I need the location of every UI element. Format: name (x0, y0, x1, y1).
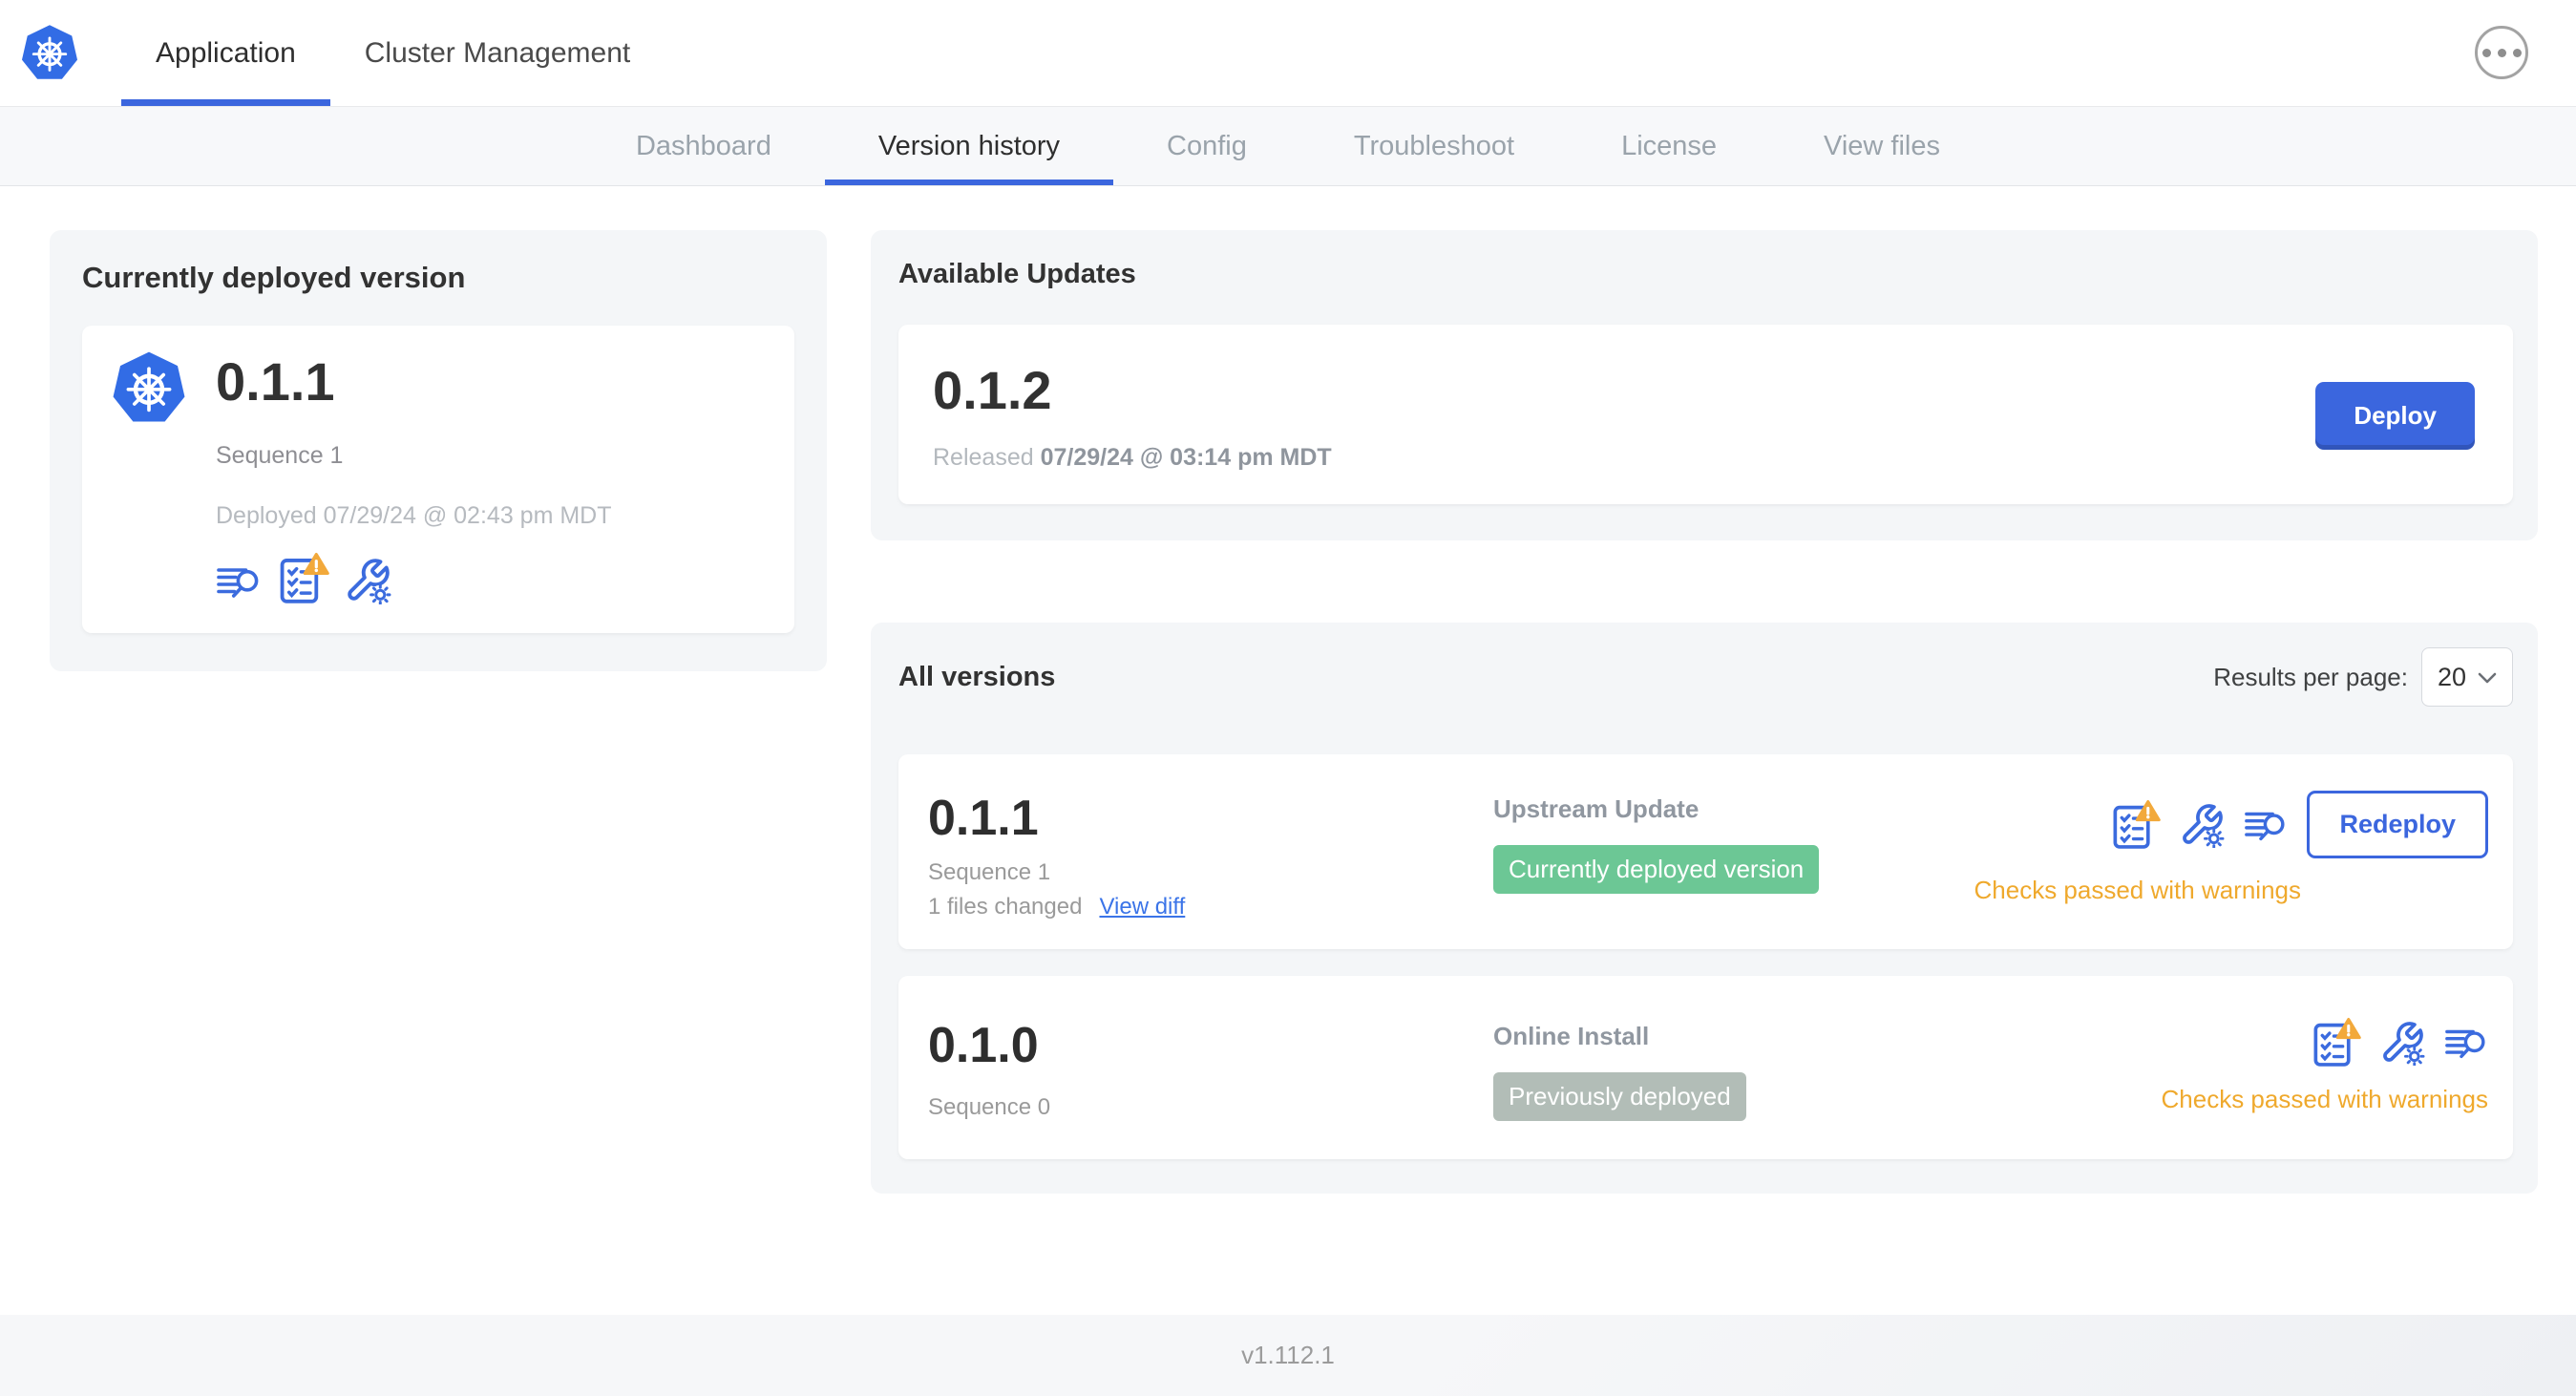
tab-license-label: License (1621, 130, 1718, 161)
tab-cluster-management[interactable]: Cluster Management (330, 0, 665, 106)
currently-deployed-card: 0.1.1 Sequence 1 Deployed 07/29/24 @ 02:… (82, 326, 794, 633)
top-tab-bar: Application Cluster Management (121, 0, 665, 106)
tab-view-files-label: View files (1824, 130, 1941, 161)
redeploy-button[interactable]: Redeploy (2307, 791, 2488, 858)
ellipsis-menu-icon[interactable] (2475, 26, 2528, 79)
tab-config-label: Config (1167, 130, 1247, 161)
preflight-checks-warning-icon[interactable] (2110, 799, 2162, 850)
tab-troubleshoot-label: Troubleshoot (1353, 130, 1515, 161)
all-versions-panel: All versions Results per page: 20 0.1.1 … (871, 623, 2538, 1194)
update-info: 0.1.2 Released 07/29/24 @ 03:14 pm MDT (933, 359, 2315, 472)
tab-dashboard[interactable]: Dashboard (582, 107, 825, 185)
tab-cluster-management-label: Cluster Management (364, 36, 631, 69)
row-files-changed: 1 files changed View diff (928, 894, 1493, 920)
preflight-status-text[interactable]: Checks passed with warnings (2162, 1085, 2489, 1114)
version-row-actions: Redeploy Checks passed with warnings (1974, 791, 2488, 905)
currently-deployed-title: Currently deployed version (82, 261, 466, 294)
console-footer: v1.112.1 (0, 1315, 2576, 1396)
row-version-number: 0.1.1 (928, 791, 1039, 846)
version-row-info: 0.1.0 Sequence 0 (928, 1018, 1493, 1121)
top-bar: Application Cluster Management (0, 0, 2576, 107)
all-versions-title: All versions (898, 661, 1056, 692)
console-version: v1.112.1 (1241, 1341, 1335, 1369)
view-diff-link[interactable]: View diff (1099, 894, 1185, 920)
tab-view-files[interactable]: View files (1770, 107, 1994, 185)
preflight-checks-warning-icon[interactable] (2311, 1017, 2362, 1068)
tab-troubleshoot[interactable]: Troubleshoot (1300, 107, 1568, 185)
update-released-line: Released 07/29/24 @ 03:14 pm MDT (933, 444, 2315, 472)
currently-deployed-panel: Currently deployed version 0.1.1 Sequenc… (50, 230, 827, 671)
deployed-version-actions (216, 552, 768, 606)
right-column: Available Updates 0.1.2 Released 07/29/2… (871, 230, 2538, 1194)
results-per-page-value: 20 (2438, 662, 2467, 691)
deployed-timestamp: Deployed 07/29/24 @ 02:43 pm MDT (216, 502, 612, 529)
tab-application-label: Application (156, 36, 296, 69)
files-changed-label: 1 files changed (928, 894, 1083, 920)
previously-deployed-badge: Previously deployed (1493, 1072, 1746, 1121)
deployed-sequence: Sequence 1 (216, 442, 344, 469)
results-per-page-label: Results per page: (2213, 662, 2408, 691)
chevron-down-icon (2478, 672, 2497, 684)
available-updates-panel: Available Updates 0.1.2 Released 07/29/2… (871, 230, 2538, 540)
tab-application[interactable]: Application (121, 0, 330, 106)
preflight-checks-warning-icon[interactable] (277, 552, 330, 604)
version-row: 0.1.1 Sequence 1 1 files changed View di… (898, 754, 2513, 949)
tab-version-history[interactable]: Version history (824, 107, 1114, 185)
tab-dashboard-label: Dashboard (635, 130, 771, 161)
edit-config-icon[interactable] (2379, 1020, 2426, 1068)
deploy-button[interactable]: Deploy (2315, 381, 2475, 450)
app-sub-nav: Dashboard Version history Config Trouble… (0, 107, 2576, 186)
version-row-actions: Checks passed with warnings (2162, 1017, 2489, 1114)
row-source-label: Online Install (1493, 1022, 1650, 1050)
version-row-info: 0.1.1 Sequence 1 1 files changed View di… (928, 791, 1493, 920)
row-source-label: Upstream Update (1493, 794, 1700, 823)
tab-config[interactable]: Config (1113, 107, 1300, 185)
deployed-version-number: 0.1.1 (216, 351, 335, 412)
currently-deployed-badge: Currently deployed version (1493, 845, 1820, 894)
preflight-status-text[interactable]: Checks passed with warnings (1974, 876, 2302, 905)
released-prefix: Released (933, 444, 1034, 471)
version-row: 0.1.0 Sequence 0 Online Install Previous… (898, 976, 2513, 1159)
available-updates-title: Available Updates (898, 259, 1136, 289)
tab-version-history-label: Version history (877, 130, 1061, 161)
kubernetes-logo-icon (111, 350, 187, 427)
version-row-source: Online Install Previously deployed (1493, 1018, 2162, 1121)
row-version-number: 0.1.0 (928, 1018, 1039, 1073)
row-sequence: Sequence 1 (928, 859, 1051, 885)
main-content: Currently deployed version 0.1.1 Sequenc… (0, 186, 2576, 1315)
edit-config-icon[interactable] (2179, 802, 2226, 850)
edit-config-icon[interactable] (344, 557, 392, 606)
row-sequence: Sequence 0 (928, 1094, 1051, 1120)
results-per-page: Results per page: 20 (2213, 647, 2513, 707)
version-row-source: Upstream Update Currently deployed versi… (1493, 791, 1974, 894)
deploy-logs-icon[interactable] (216, 559, 262, 604)
deploy-logs-icon[interactable] (2444, 1021, 2488, 1065)
tab-license[interactable]: License (1568, 107, 1770, 185)
results-per-page-select[interactable]: 20 (2421, 647, 2513, 707)
deploy-logs-icon[interactable] (2244, 803, 2288, 847)
kubernetes-logo-icon (20, 23, 79, 80)
available-update-card: 0.1.2 Released 07/29/24 @ 03:14 pm MDT D… (898, 325, 2513, 504)
all-versions-header: All versions Results per page: 20 (898, 647, 2513, 707)
released-timestamp: 07/29/24 @ 03:14 pm MDT (1040, 444, 1332, 471)
update-version-number: 0.1.2 (933, 360, 1052, 420)
app-logo (20, 0, 79, 106)
